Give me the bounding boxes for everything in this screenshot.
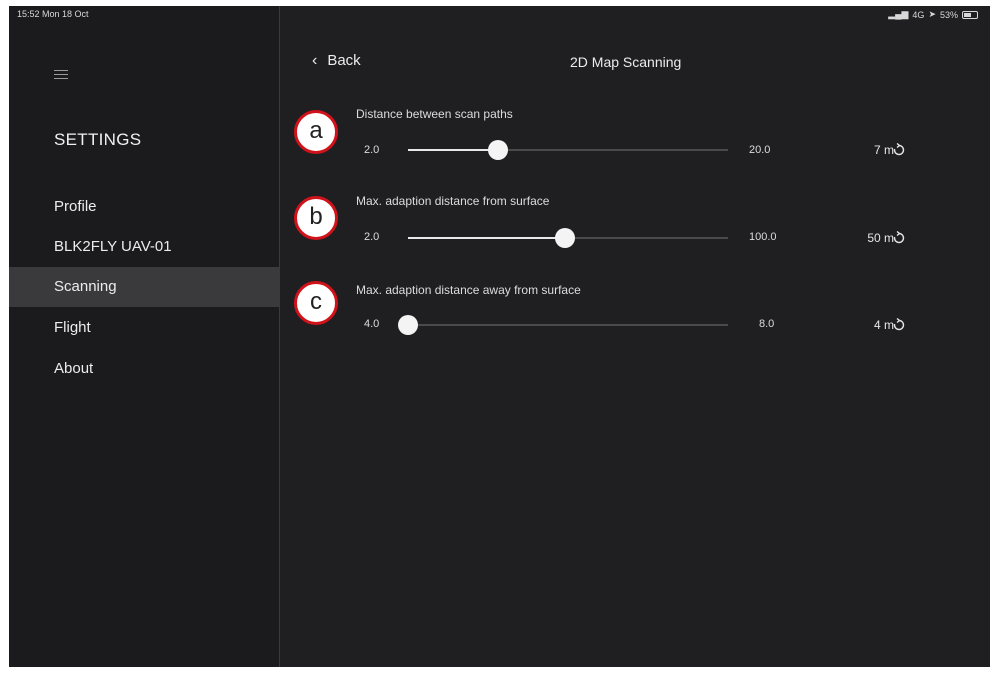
- slider-fill: [408, 149, 498, 151]
- battery-icon: [962, 10, 978, 19]
- reset-arrow-icon[interactable]: [892, 318, 906, 332]
- sidebar-item-scanning[interactable]: Scanning: [9, 267, 279, 307]
- back-button[interactable]: ‹ Back: [312, 52, 361, 70]
- setting-label: Max. adaption distance from surface: [356, 194, 550, 208]
- slider-current-value: 50 m: [867, 231, 894, 245]
- slider-thumb[interactable]: [398, 315, 418, 335]
- slider-thumb[interactable]: [487, 140, 508, 160]
- location-icon: ➤: [928, 9, 936, 19]
- network-label: 4G: [912, 9, 925, 20]
- callout-b: b: [294, 196, 338, 240]
- back-label: Back: [327, 52, 361, 69]
- slider-max-value: 100.0: [749, 231, 777, 243]
- callout-c: c: [294, 281, 338, 325]
- slider-thumb[interactable]: [554, 228, 575, 248]
- hamburger-icon[interactable]: [54, 70, 68, 82]
- slider-min-value: 2.0: [364, 231, 380, 243]
- adaption-distance-away-from-surface-slider[interactable]: [398, 315, 728, 335]
- adaption-distance-from-surface-slider[interactable]: [408, 228, 728, 248]
- main-panel: ▂▄▆ 4G ➤ 53% ‹ Back 2D Map Scanning Dista…: [280, 6, 990, 667]
- setting-label: Distance between scan paths: [356, 107, 513, 121]
- chevron-left-icon: ‹: [312, 52, 318, 69]
- reset-arrow-icon[interactable]: [892, 231, 906, 245]
- slider-current-value: 4 m: [873, 318, 894, 332]
- distance-scan-paths-slider[interactable]: [408, 140, 728, 160]
- sidebar-item-flight[interactable]: Flight: [9, 308, 279, 348]
- callout-a: a: [294, 110, 338, 154]
- status-indicators: ▂▄▆ 4G ➤ 53%: [888, 9, 978, 20]
- battery-percent: 53%: [939, 9, 958, 20]
- sidebar-item-profile[interactable]: Profile: [9, 187, 279, 227]
- sidebar-title: SETTINGS: [54, 130, 142, 149]
- app-screen: 15:52 Mon 18 Oct SETTINGS Profile BLK2FL…: [9, 6, 990, 667]
- slider-min-value: 4.0: [364, 318, 380, 330]
- signal-icon: ▂▄▆: [888, 9, 909, 19]
- reset-arrow-icon[interactable]: [892, 143, 906, 157]
- slider-fill: [408, 237, 565, 239]
- page-title: 2D Map Scanning: [570, 54, 682, 70]
- sidebar-item-blk2fly[interactable]: BLK2FLY UAV-01: [9, 227, 279, 267]
- slider-min-value: 2.0: [364, 144, 380, 156]
- sidebar-item-about[interactable]: About: [9, 349, 279, 389]
- slider-max-value: 8.0: [759, 318, 775, 330]
- setting-label: Max. adaption distance away from surface: [356, 283, 581, 297]
- slider-max-value: 20.0: [749, 144, 771, 156]
- sidebar: 15:52 Mon 18 Oct SETTINGS Profile BLK2FL…: [9, 6, 280, 667]
- status-time: 15:52 Mon 18 Oct: [17, 9, 89, 19]
- slider-current-value: 7 m: [873, 143, 894, 157]
